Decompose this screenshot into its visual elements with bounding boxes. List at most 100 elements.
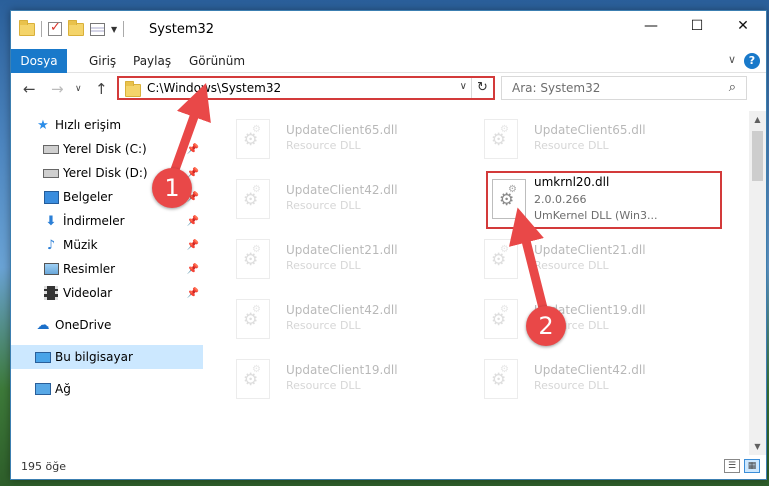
documents-icon — [43, 189, 59, 205]
file-tile[interactable]: UpdateClient65.dll Resource DLL — [472, 111, 712, 167]
download-icon: ⬇ — [45, 213, 57, 229]
file-description: Resource DLL — [534, 139, 609, 152]
dll-file-icon — [236, 299, 270, 339]
view-switcher: ☰ ▦ — [724, 459, 760, 473]
search-placeholder: Ara: System32 — [512, 81, 601, 95]
file-description: Resource DLL — [286, 259, 361, 272]
tab-file[interactable]: Dosya — [11, 49, 67, 73]
up-arrow-icon[interactable]: ↑ — [95, 80, 108, 98]
file-tile[interactable]: UpdateClient19.dll Resource DLL — [472, 291, 712, 347]
file-tile[interactable]: UpdateClient21.dll Resource DLL — [472, 231, 712, 287]
tab-share[interactable]: Paylaş — [121, 49, 183, 73]
sidebar-item-pictures[interactable]: Resimler 📌 — [11, 257, 203, 281]
file-description: Resource DLL — [534, 259, 609, 272]
sidebar-item-this-pc[interactable]: Bu bilgisayar — [11, 345, 203, 369]
videos-icon — [43, 285, 59, 301]
dll-file-icon — [484, 239, 518, 279]
file-name: UpdateClient42.dll — [534, 363, 646, 377]
sidebar-item-downloads[interactable]: ⬇ İndirmeler 📌 — [11, 209, 203, 233]
file-description: UmKernel DLL (Win3... — [534, 209, 658, 222]
refresh-icon[interactable]: ↻ — [471, 78, 493, 98]
folder-icon — [125, 81, 141, 97]
sidebar-item-music[interactable]: ♪ Müzik 📌 — [11, 233, 203, 257]
pin-icon[interactable]: 📌 — [187, 240, 199, 251]
forward-arrow-icon[interactable]: → — [51, 80, 64, 98]
file-tile-umkrnl20[interactable]: umkrnl20.dll 2.0.0.266 UmKernel DLL (Win… — [486, 171, 722, 229]
back-arrow-icon[interactable]: ← — [23, 80, 36, 98]
vertical-scrollbar[interactable]: ▲ ▼ — [749, 111, 766, 455]
pin-icon[interactable]: 📌 — [187, 216, 199, 227]
scroll-thumb[interactable] — [752, 131, 763, 181]
customize-toolbar-icon[interactable] — [90, 22, 105, 36]
recent-chevron-down-icon[interactable]: ∨ — [75, 84, 82, 94]
explorer-window: ▼ System32 — ☐ ✕ Dosya Giriş Paylaş Görü… — [10, 10, 767, 480]
sidebar-item-videos[interactable]: Videolar 📌 — [11, 281, 203, 305]
dll-file-icon — [236, 179, 270, 219]
address-path[interactable]: C:\Windows\System32 — [147, 81, 281, 95]
chevron-down-icon[interactable]: ∨ — [460, 81, 467, 92]
sidebar-item-label: Müzik — [63, 238, 98, 252]
file-tile[interactable]: UpdateClient42.dll Resource DLL — [472, 351, 712, 407]
properties-check-icon[interactable] — [48, 20, 62, 36]
file-name: UpdateClient21.dll — [534, 243, 646, 257]
file-tile[interactable]: UpdateClient21.dll Resource DLL — [224, 231, 464, 287]
sidebar-item-label: Hızlı erişim — [55, 118, 122, 132]
file-description: Resource DLL — [286, 139, 361, 152]
dll-file-icon — [236, 239, 270, 279]
scroll-up-icon[interactable]: ▲ — [749, 111, 766, 128]
file-description: Resource DLL — [286, 379, 361, 392]
step-2-badge: 2 — [526, 306, 566, 346]
toolbar-divider — [41, 21, 42, 37]
file-tile[interactable]: UpdateClient42.dll Resource DLL — [224, 171, 464, 227]
help-icon[interactable]: ? — [744, 53, 760, 69]
pin-icon[interactable]: 📌 — [187, 144, 199, 155]
pictures-icon — [43, 261, 59, 277]
close-button[interactable]: ✕ — [720, 11, 766, 41]
sidebar-item-label: OneDrive — [55, 318, 112, 332]
navigation-bar: ← → ∨ ↑ C:\Windows\System32 ∨ ↻ Ara: Sys… — [11, 74, 766, 104]
details-view-icon[interactable]: ☰ — [724, 459, 740, 473]
sidebar-item-quick-access[interactable]: ★ Hızlı erişim — [11, 113, 203, 137]
network-icon — [35, 381, 51, 397]
file-name: UpdateClient65.dll — [286, 123, 398, 137]
sidebar-item-label: Resimler — [63, 262, 116, 276]
file-description: Resource DLL — [286, 199, 361, 212]
search-icon[interactable]: ⌕ — [729, 80, 736, 95]
disk-icon — [43, 141, 59, 157]
file-name: UpdateClient42.dll — [286, 183, 398, 197]
sidebar-item-label: Videolar — [63, 286, 113, 300]
sidebar-item-onedrive[interactable]: ☁ OneDrive — [11, 313, 203, 337]
chevron-down-icon[interactable]: ▼ — [111, 25, 117, 34]
sidebar-item-label: Yerel Disk (C:) — [63, 142, 147, 156]
file-name: UpdateClient42.dll — [286, 303, 398, 317]
sidebar-item-label: Ağ — [55, 382, 71, 396]
file-tile[interactable]: UpdateClient19.dll Resource DLL — [224, 351, 464, 407]
ribbon-tabs: Dosya Giriş Paylaş Görünüm ∨ ? — [11, 49, 766, 73]
address-bar[interactable]: C:\Windows\System32 ∨ ↻ — [117, 76, 495, 100]
file-tile[interactable]: UpdateClient42.dll Resource DLL — [224, 291, 464, 347]
maximize-button[interactable]: ☐ — [674, 11, 720, 41]
sidebar-item-disk-c[interactable]: Yerel Disk (C:) 📌 — [11, 137, 203, 161]
folder-icon — [19, 19, 35, 36]
dll-file-icon — [484, 359, 518, 399]
disk-icon — [43, 165, 59, 181]
scroll-down-icon[interactable]: ▼ — [749, 438, 766, 455]
sidebar-item-label: Bu bilgisayar — [55, 350, 133, 364]
dll-file-icon — [484, 299, 518, 339]
new-folder-icon[interactable] — [68, 19, 84, 36]
tiles-view-icon[interactable]: ▦ — [744, 459, 760, 473]
pin-icon[interactable]: 📌 — [187, 264, 199, 275]
computer-icon — [35, 349, 51, 365]
pin-icon[interactable]: 📌 — [187, 288, 199, 299]
navigation-pane: ★ Hızlı erişim Yerel Disk (C:) 📌 Yerel D… — [11, 111, 205, 455]
step-1-badge: 1 — [152, 168, 192, 208]
file-list: UpdateClient65.dll Resource DLL UpdateCl… — [214, 111, 741, 455]
minimize-button[interactable]: — — [628, 11, 674, 41]
file-description: Resource DLL — [534, 379, 609, 392]
search-input[interactable]: Ara: System32 ⌕ — [501, 76, 747, 100]
tab-view[interactable]: Görünüm — [177, 49, 257, 73]
sidebar-item-label: Belgeler — [63, 190, 113, 204]
sidebar-item-network[interactable]: Ağ — [11, 377, 203, 401]
chevron-down-icon[interactable]: ∨ — [728, 53, 736, 66]
file-tile[interactable]: UpdateClient65.dll Resource DLL — [224, 111, 464, 167]
